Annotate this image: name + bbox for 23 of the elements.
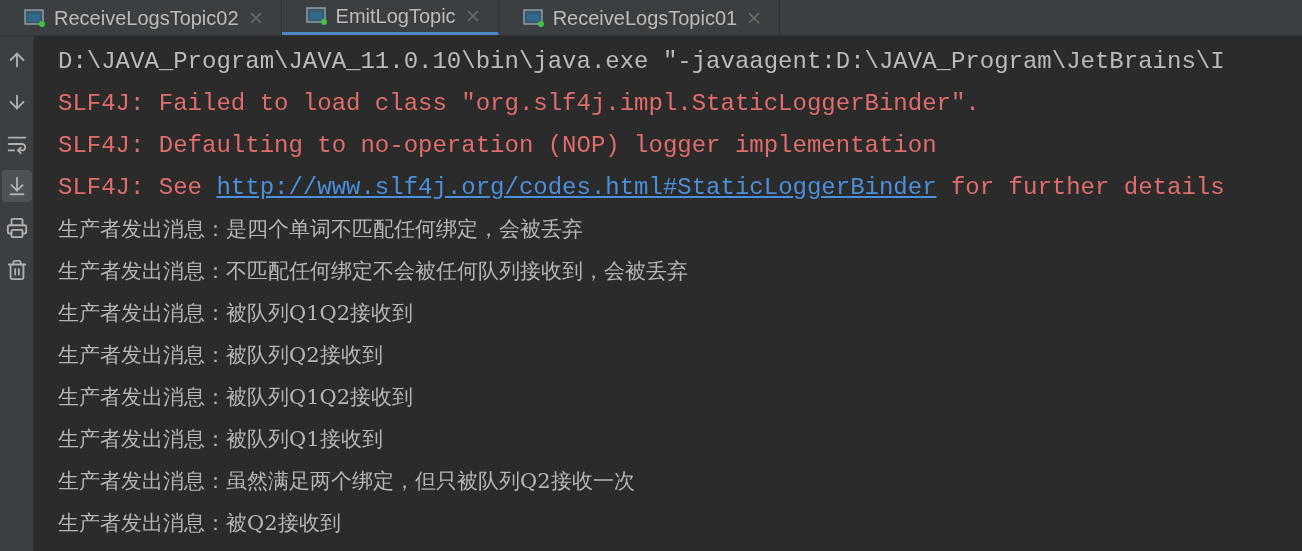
console-text: 生产者发出消息：不匹配任何绑定不会被任何队列接收到，会被丢弃 xyxy=(58,258,688,286)
editor-tab[interactable]: ReceiveLogsTopic01 xyxy=(498,0,781,35)
link[interactable]: http://www.slf4j.org/codes.html#StaticLoggerBinder xyxy=(216,170,937,206)
console-text: 生产者发出消息：被队列Q1Q2接收到 xyxy=(58,300,414,328)
editor-tab[interactable]: EmitLogTopic xyxy=(281,0,499,35)
printer-icon xyxy=(5,217,28,239)
error-text: SLF4J: Failed to load class "org.slf4j.impl.StaticLoggerBinder". xyxy=(58,89,980,119)
console-window-icon xyxy=(24,8,46,27)
scroll-to-end-button[interactable] xyxy=(1,170,32,202)
console-window-icon xyxy=(305,7,328,25)
console-text: 生产者发出消息：被队列Q1Q2接收到 xyxy=(58,384,414,412)
console-text: 生产者发出消息：被队列Q1接收到 xyxy=(58,426,383,454)
error-text: for further details xyxy=(949,173,1225,203)
console-text: 生产者发出消息：被队列Q2接收到 xyxy=(58,342,383,370)
trash-icon xyxy=(5,259,28,281)
console-text: 生产者发出消息：虽然满足两个绑定，但只被队列Q2接收一次 xyxy=(58,468,635,496)
console-window-icon xyxy=(522,8,545,27)
error-text: SLF4J: See xyxy=(58,173,204,203)
error-text: SLF4J: Defaulting to no-operation (NOP) logger implementation xyxy=(58,131,937,161)
console-text: 生产者发出消息：被Q2接收到 xyxy=(58,510,341,538)
console-text: 生产者发出消息：是四个单词不匹配任何绑定，会被丢弃 xyxy=(58,216,583,244)
console-text: D:\JAVA_Program\JAVA_11.0.10\bin\java.exe "-javaagent:D:\JAVA_Program\JetBrains\I xyxy=(58,47,1225,77)
editor-tab[interactable]: ReceiveLogsTopic02 xyxy=(0,0,282,35)
